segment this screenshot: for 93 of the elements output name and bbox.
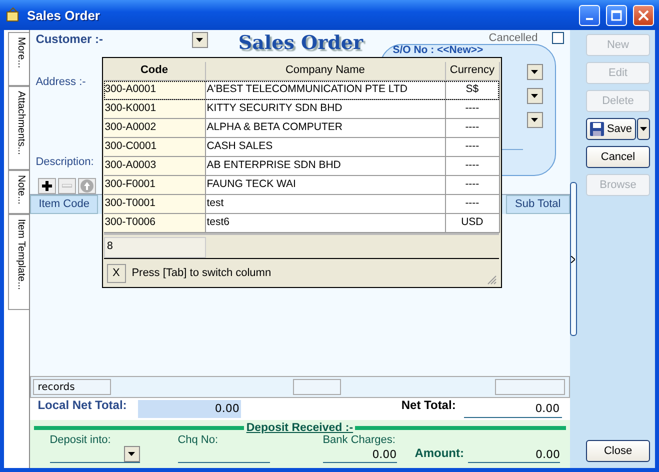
resize-grip-icon[interactable] (486, 275, 497, 285)
caret-icon (531, 70, 538, 74)
net-total-label: Net Total: (401, 398, 456, 412)
amount-label: Amount: (414, 446, 464, 460)
table-cell: ALPHA & BETA COMPUTER (206, 119, 446, 138)
maximize-button[interactable] (606, 4, 627, 26)
lookup-row[interactable]: 300-T0006 test6 USD (104, 214, 499, 233)
description-label: Description: (36, 156, 94, 168)
records-label: records (32, 379, 111, 395)
lookup-row[interactable]: 300-C0001 CASH SALES ---- (104, 138, 499, 157)
table-cell: ---- (446, 138, 500, 157)
column-header[interactable]: Currency (446, 62, 500, 81)
lookup-row[interactable]: 300-A0001 A'BEST TELECOMMUNICATION PTE LTD S$ (104, 81, 499, 100)
order-number: S/O No : <<New>> (392, 45, 484, 56)
table-cell: ---- (446, 176, 500, 195)
table-cell: S$ (446, 81, 500, 100)
column-header[interactable]: Sub Total (506, 195, 570, 214)
table-cell: 300-T0001 (104, 195, 206, 214)
table-cell: USD (446, 214, 500, 233)
minus-icon (62, 184, 72, 188)
deposit-title: Deposit Received :- (246, 422, 354, 434)
table-cell: 300-K0001 (104, 100, 206, 119)
side-tab[interactable]: Note... (8, 170, 29, 214)
caret-icon (196, 38, 204, 42)
table-cell: test (206, 195, 446, 214)
table-cell: 300-A0003 (104, 157, 206, 176)
table-cell: 300-A0002 (104, 119, 206, 138)
table-cell: 300-F0001 (104, 176, 206, 195)
save-button[interactable]: Save (586, 118, 636, 140)
bank-charges-label: Bank Charges: (322, 434, 396, 446)
table-cell: FAUNG TECK WAI (206, 176, 446, 195)
table-cell: CASH SALES (206, 138, 446, 157)
address-label: Address :- (36, 76, 86, 88)
add-button[interactable] (38, 178, 56, 194)
lookup-row[interactable]: 300-K0001 KITTY SECURITY SDN BHD ---- (104, 100, 499, 119)
table-cell: ---- (446, 157, 500, 176)
save-options-button[interactable] (637, 118, 650, 140)
dropdown-button[interactable] (526, 88, 543, 104)
table-cell: 300-C0001 (104, 138, 206, 157)
minimize-button[interactable] (579, 4, 600, 26)
caret-icon (531, 118, 538, 122)
chevron-right-icon (571, 256, 576, 262)
close-icon (638, 10, 649, 20)
lookup-row[interactable]: 300-A0003 AB ENTERPRISE SDN BHD ---- (104, 157, 499, 176)
side-tab[interactable]: Attachments... (8, 86, 29, 170)
dropdown-button[interactable] (526, 64, 543, 80)
deposit-into-label: Deposit into: (50, 434, 111, 446)
caret-icon (531, 94, 538, 98)
side-tab[interactable]: More... (8, 32, 29, 86)
table-cell: KITTY SECURITY SDN BHD (206, 100, 446, 119)
caret-icon (128, 452, 136, 456)
hint-text: Press [Tab] to switch column (132, 267, 272, 279)
table-cell: ---- (446, 195, 500, 214)
bank-charges-value: 0.00 (372, 448, 397, 460)
status-cell (292, 379, 341, 395)
cancelled-checkbox[interactable] (552, 32, 564, 44)
status-cell (494, 379, 565, 395)
deposit-dropdown[interactable] (124, 446, 140, 462)
customer-dropdown[interactable] (192, 32, 208, 48)
local-net-total-value: 0.00 (138, 400, 242, 418)
caret-icon (640, 127, 647, 131)
table-cell: AB ENTERPRISE SDN BHD (206, 157, 446, 176)
chq-no-label: Chq No: (178, 434, 218, 446)
lookup-row[interactable]: 300-A0002 ALPHA & BETA COMPUTER ---- (104, 119, 499, 138)
cancelled-label: Cancelled (488, 32, 538, 44)
table-cell: ---- (446, 100, 500, 119)
column-header[interactable]: Company Name (206, 62, 446, 81)
maximize-icon (611, 10, 622, 20)
local-net-total-label: Local Net Total: (38, 398, 128, 412)
table-cell: A'BEST TELECOMMUNICATION PTE LTD (206, 81, 446, 100)
close-form-button[interactable]: Close (586, 440, 650, 462)
table-cell: 300-T0006 (104, 214, 206, 233)
record-count: 8 (104, 237, 206, 258)
lookup-row[interactable]: 300-T0001 test ---- (104, 195, 499, 214)
customer-label: Customer :- (36, 32, 104, 46)
minimize-icon (586, 18, 593, 20)
table-cell: test6 (206, 214, 446, 233)
lookup-row[interactable]: 300-F0001 FAUNG TECK WAI ---- (104, 176, 499, 195)
column-header[interactable]: Code (104, 62, 206, 81)
app-icon (5, 7, 21, 23)
close-button[interactable] (633, 4, 654, 26)
table-cell: 300-A0001 (104, 81, 206, 100)
window-title: Sales Order (27, 8, 101, 22)
amount-value: 0.00 (536, 448, 560, 460)
form-title: Sales Order (238, 32, 363, 54)
action-button[interactable]: Cancel (586, 146, 650, 168)
close-lookup-button[interactable]: X (106, 264, 126, 282)
column-header[interactable]: Item Code (30, 195, 98, 214)
table-cell: ---- (446, 119, 500, 138)
net-total-value: 0.00 (464, 400, 562, 418)
plus-icon (42, 181, 52, 191)
side-tab[interactable]: Item Template... (8, 214, 29, 310)
dropdown-button[interactable] (526, 112, 543, 128)
